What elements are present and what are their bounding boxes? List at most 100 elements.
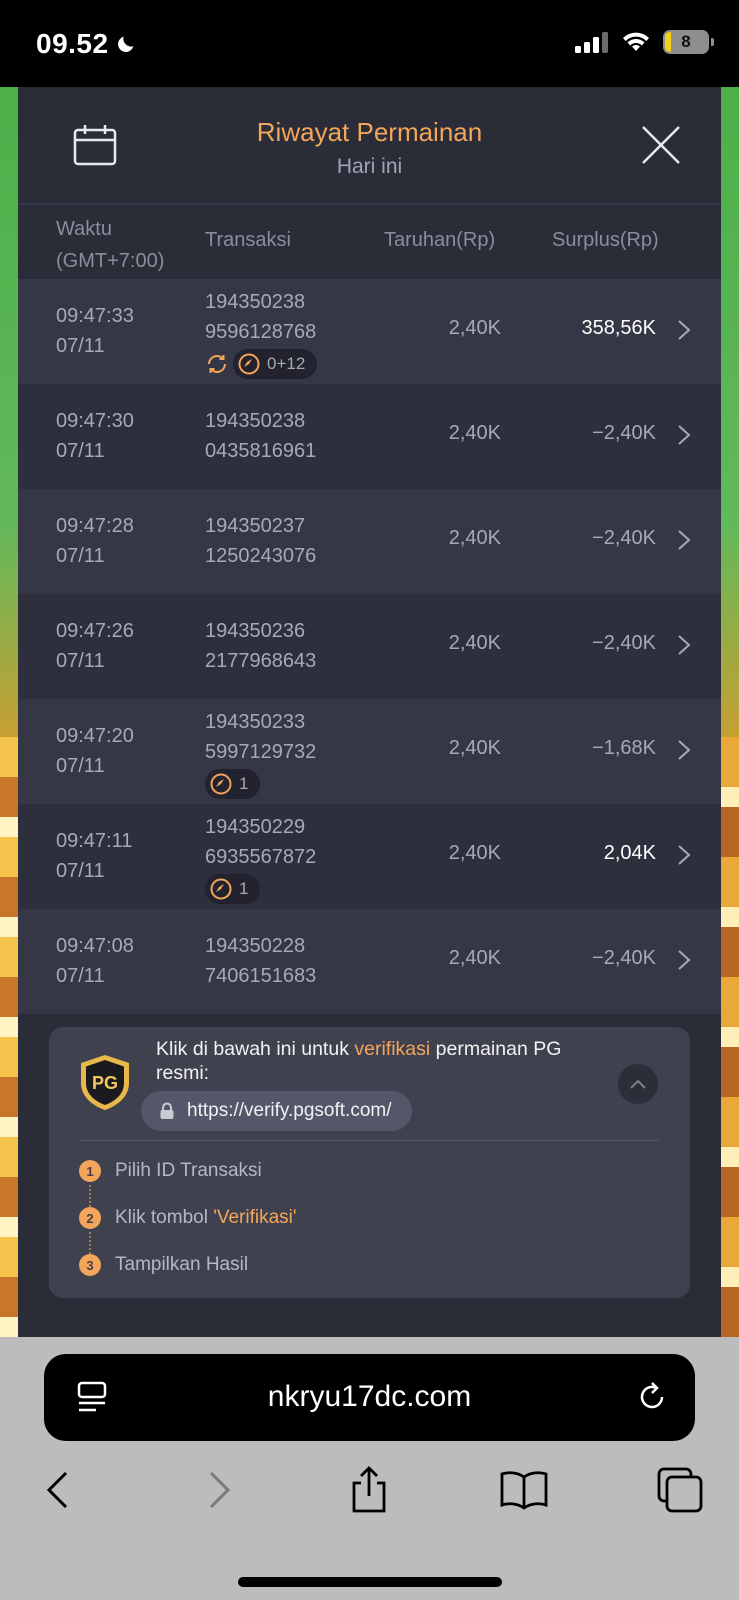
- free-spin-icon: [210, 773, 232, 795]
- row-date: 07/11: [56, 860, 105, 882]
- table-row[interactable]: 09:47:33 07/11 194350238 9596128768 0+12…: [18, 279, 721, 384]
- back-icon[interactable]: [34, 1465, 84, 1515]
- close-icon[interactable]: [639, 123, 683, 167]
- row-date: 07/11: [56, 650, 105, 672]
- date-filter-label[interactable]: Hari ini: [18, 155, 721, 179]
- row-transaction-id: 194350238: [205, 291, 306, 313]
- table-row[interactable]: 09:47:20 07/11 194350233 5997129732 1 2,…: [18, 699, 721, 804]
- row-date: 07/11: [56, 335, 105, 357]
- row-bet: 2,40K: [448, 947, 501, 969]
- table-row[interactable]: 09:47:30 07/11 194350238 0435816961 2,40…: [18, 384, 721, 489]
- verify-instruction: Klik di bawah ini untuk verifikasi perma…: [156, 1038, 562, 1084]
- browser-toolbar: nkryu17dc.com: [0, 1337, 739, 1600]
- verify-card: PG Klik di bawah ini untuk verifikasi pe…: [49, 1027, 690, 1298]
- bookmarks-icon[interactable]: [499, 1465, 549, 1515]
- page-title: Riwayat Permainan: [256, 117, 483, 147]
- row-transaction-id: 9596128768: [205, 321, 317, 343]
- tabs-icon[interactable]: [655, 1465, 705, 1515]
- row-surplus: −2,40K: [592, 632, 656, 654]
- row-time: 09:47:08: [56, 935, 134, 957]
- row-transaction-id: 5997129732: [205, 741, 317, 763]
- free-spin-count: 0+12: [267, 354, 306, 373]
- row-date: 07/11: [56, 965, 105, 987]
- home-indicator: [238, 1577, 502, 1587]
- row-bet: 2,40K: [448, 842, 501, 864]
- free-spin-badge: 1: [205, 874, 261, 904]
- reload-icon[interactable]: [635, 1380, 669, 1414]
- free-spin-badge: 0+12: [233, 349, 318, 379]
- row-transaction-id: 1250243076: [205, 545, 317, 567]
- step-label: Pilih ID Transaksi: [115, 1160, 262, 1181]
- free-spin-count: 1: [239, 774, 249, 793]
- lock-icon: [160, 1102, 174, 1119]
- row-bet: 2,40K: [448, 422, 501, 444]
- row-surplus: −1,68K: [592, 737, 656, 759]
- cellular-signal-icon: [575, 32, 608, 53]
- row-time: 09:47:26: [56, 620, 134, 642]
- free-spin-count: 1: [239, 879, 249, 898]
- respin-icon: [208, 355, 226, 373]
- verify-step: 2 Klik tombol 'Verifikasi': [79, 1207, 297, 1229]
- row-time: 09:47:20: [56, 725, 134, 747]
- row-transaction-id: 7406151683: [205, 965, 317, 987]
- wifi-icon: [623, 32, 649, 51]
- row-surplus: 358,56K: [581, 317, 656, 339]
- row-bet: 2,40K: [448, 737, 501, 759]
- free-spin-icon: [238, 353, 260, 375]
- table-row[interactable]: 09:47:08 07/11 194350228 7406151683 2,40…: [18, 909, 721, 1014]
- chevron-right-icon: [678, 845, 691, 865]
- chevron-right-icon: [678, 950, 691, 970]
- column-time: Waktu (GMT+7:00): [56, 218, 165, 272]
- chevron-right-icon: [678, 425, 691, 445]
- table-row[interactable]: 09:47:26 07/11 194350236 2177968643 2,40…: [18, 594, 721, 699]
- free-spin-icon: [210, 878, 232, 900]
- chevron-right-icon: [678, 530, 691, 550]
- pg-shield-logo: PG: [81, 1055, 129, 1110]
- status-icons: 8: [575, 30, 714, 54]
- table-row[interactable]: 09:47:28 07/11 194350237 1250243076 2,40…: [18, 489, 721, 594]
- row-date: 07/11: [56, 755, 105, 777]
- address-url: nkryu17dc.com: [267, 1380, 472, 1413]
- verify-url-link[interactable]: https://verify.pgsoft.com/: [141, 1091, 412, 1131]
- row-surplus: 2,04K: [603, 842, 656, 864]
- step-label: Tampilkan Hasil: [115, 1254, 249, 1275]
- row-surplus: −2,40K: [592, 947, 656, 969]
- status-bar: 09.52 8: [0, 0, 739, 87]
- battery-icon: 8: [663, 30, 714, 54]
- row-bet: 2,40K: [448, 632, 501, 654]
- table-row[interactable]: 09:47:11 07/11 194350229 6935567872 1 2,…: [18, 804, 721, 909]
- pg-logo-text: PG: [92, 1073, 118, 1093]
- address-bar[interactable]: nkryu17dc.com: [44, 1354, 695, 1441]
- row-surplus: −2,40K: [592, 527, 656, 549]
- column-bet: Taruhan(Rp): [384, 229, 496, 251]
- share-icon[interactable]: [344, 1465, 394, 1515]
- verify-url-text: https://verify.pgsoft.com/: [187, 1100, 392, 1121]
- chevron-up-icon: [630, 1079, 646, 1089]
- row-transaction-id: 194350237: [205, 515, 306, 537]
- step-label: Klik tombol: [115, 1207, 214, 1228]
- step-number: 1: [79, 1160, 101, 1182]
- row-transaction-id: 194350238: [205, 410, 306, 432]
- row-time: 09:47:11: [56, 830, 133, 852]
- row-transaction-id: 194350233: [205, 711, 306, 733]
- row-time: 09:47:28: [56, 515, 134, 537]
- step-number: 2: [79, 1207, 101, 1229]
- moon-icon: [117, 36, 133, 52]
- free-spin-badge: 1: [205, 769, 261, 799]
- row-surplus: −2,40K: [592, 422, 656, 444]
- collapse-button[interactable]: [618, 1064, 658, 1104]
- row-transaction-id: 194350236: [205, 620, 306, 642]
- step-number: 3: [79, 1254, 101, 1276]
- divider: [79, 1140, 659, 1141]
- forward-icon[interactable]: [193, 1465, 243, 1515]
- verify-step: 3 Tampilkan Hasil: [79, 1254, 248, 1276]
- battery-level: 8: [681, 32, 691, 51]
- row-date: 07/11: [56, 545, 105, 567]
- row-transaction-id: 6935567872: [205, 846, 317, 868]
- column-surplus: Surplus(Rp): [552, 229, 659, 251]
- chevron-right-icon: [678, 740, 691, 760]
- table-header: Waktu (GMT+7:00) Transaksi Taruhan(Rp) S…: [18, 207, 721, 279]
- status-time: 09.52: [36, 28, 137, 60]
- clock-text: 09.52: [36, 28, 109, 59]
- chevron-right-icon: [678, 635, 691, 655]
